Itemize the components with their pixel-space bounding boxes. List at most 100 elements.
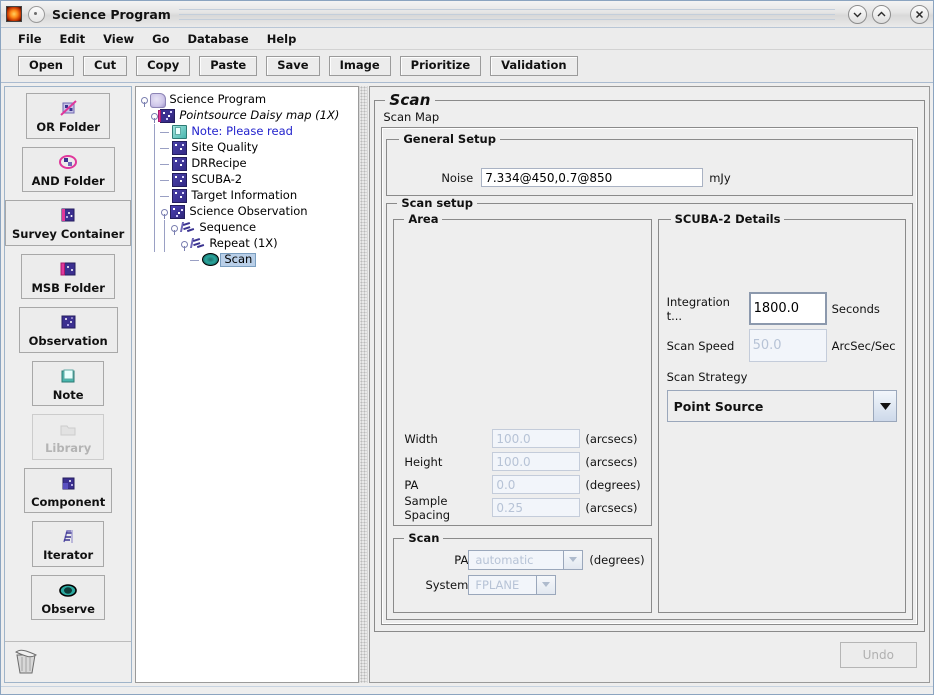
width-input[interactable]: [492, 429, 581, 448]
tree-node[interactable]: Scan: [140, 252, 358, 268]
tree-node-label: DRRecipe: [191, 156, 247, 171]
area-groupbox: Area Width (arcsecs): [393, 212, 652, 526]
scan-groupbox: Scan Scan Map General Setup Noise mJy: [374, 91, 925, 632]
open-button[interactable]: Open: [18, 55, 74, 77]
vertical-splitter[interactable]: [359, 86, 369, 683]
tree-node[interactable]: Site Quality: [140, 140, 358, 156]
palette-and-folder[interactable]: AND Folder: [21, 146, 115, 192]
close-button[interactable]: [910, 4, 929, 24]
menu-database[interactable]: Database: [179, 30, 258, 48]
integration-time-input[interactable]: [748, 292, 827, 325]
maximize-button[interactable]: [872, 4, 891, 24]
app-icon: [6, 6, 22, 22]
area-legend: Area: [408, 212, 439, 226]
palette-or-folder[interactable]: OR Folder: [26, 93, 110, 139]
palette-survey-container[interactable]: Survey Container: [5, 200, 132, 246]
tree-branch-line: [160, 188, 172, 204]
palette-library[interactable]: Library: [32, 414, 105, 460]
scan-map-label: Scan Map: [383, 110, 440, 124]
palette-observe[interactable]: Observe: [31, 574, 105, 620]
tree-indent-guide: [150, 188, 160, 204]
noise-input[interactable]: [481, 168, 704, 187]
prioritize-button[interactable]: Prioritize: [399, 55, 482, 77]
tree-expand-handle[interactable]: [170, 220, 180, 236]
palette-iterator[interactable]: Iterator: [32, 521, 105, 567]
menu-help[interactable]: Help: [258, 30, 306, 48]
area-row-sample-spacing: Sample Spacing (arcsecs): [404, 493, 644, 522]
scan-pa-unit: (degrees): [589, 552, 645, 567]
paste-button[interactable]: Paste: [199, 55, 258, 77]
scan-pa-combo[interactable]: automatic: [468, 549, 584, 570]
save-button[interactable]: Save: [266, 55, 320, 77]
observation-icon: [57, 313, 79, 333]
menu-view[interactable]: View: [94, 30, 143, 48]
tree-node[interactable]: Target Information: [140, 188, 358, 204]
integration-time-row: Integration t... Seconds: [667, 292, 897, 325]
tree-indent-guide: [140, 236, 150, 252]
tree-root: Science Program Pointsource Daisy map (1X…: [136, 87, 358, 268]
sequence-icon: [180, 221, 195, 235]
tree-indent-guide: [140, 140, 150, 156]
area-fields: Width (arcsecs) Height (arcsecs: [404, 427, 644, 522]
tree-node[interactable]: Pointsource Daisy map (1X): [140, 108, 358, 124]
observe-eye-icon: [202, 253, 220, 267]
palette-component[interactable]: Component: [24, 467, 113, 513]
minimize-button[interactable]: [848, 4, 867, 24]
tree-expand-handle[interactable]: [160, 204, 170, 220]
scan-strategy-combo[interactable]: Point Source: [666, 390, 897, 422]
tree-expand-handle[interactable]: [140, 92, 150, 108]
area-pa-input[interactable]: [492, 475, 581, 494]
msb-icon: [158, 109, 176, 123]
undo-button[interactable]: Undo: [839, 642, 917, 668]
menu-go[interactable]: Go: [143, 30, 178, 48]
scan-pa-label: PA: [454, 552, 469, 567]
tree-indent-guide: [140, 204, 150, 220]
palette-label: Observe: [41, 601, 95, 616]
scuba2-body: Integration t... Seconds Scan Speed: [666, 292, 897, 422]
palette-label: Library: [45, 441, 92, 455]
width-unit: (arcsecs): [585, 431, 638, 446]
application-window: Science Program File Edit View Go Databa…: [0, 0, 934, 695]
scan-bottom-row-pa: PA automatic (degrees): [400, 547, 645, 572]
palette-observation[interactable]: Observation: [18, 307, 118, 353]
tree-node[interactable]: Sequence: [140, 220, 358, 236]
tree-expand-handle[interactable]: [180, 236, 190, 252]
image-button[interactable]: Image: [328, 55, 391, 77]
program-icon: [150, 93, 167, 108]
tree-indent-guide: [150, 124, 160, 140]
scan-bottom-legend: Scan: [408, 531, 440, 545]
tree-node[interactable]: Science Program: [140, 92, 358, 108]
palette-note[interactable]: Note: [32, 360, 105, 406]
tree-node[interactable]: Repeat (1X): [140, 236, 358, 252]
tree-indent-guide: [150, 204, 160, 220]
scan-speed-input[interactable]: [748, 329, 827, 362]
tree-node-label: Science Program: [169, 92, 267, 107]
sample-spacing-label: Sample Spacing: [404, 493, 451, 522]
sample-spacing-input[interactable]: [492, 498, 581, 517]
area-row-width: Width (arcsecs): [404, 427, 644, 450]
tree-node[interactable]: Note: Please read: [140, 124, 358, 140]
menu-edit[interactable]: Edit: [51, 30, 95, 48]
science-program-tree[interactable]: Science Program Pointsource Daisy map (1X…: [135, 86, 360, 683]
cut-button[interactable]: Cut: [83, 55, 128, 77]
window-menu-icon[interactable]: [28, 5, 45, 23]
height-input[interactable]: [492, 452, 581, 471]
scan-bottom-row-system: System FPLANE: [400, 572, 644, 597]
trash-icon[interactable]: [11, 646, 41, 679]
component-icon: [172, 173, 188, 187]
integration-time-label: Integration t...: [666, 294, 730, 323]
copy-button[interactable]: Copy: [136, 55, 191, 77]
tree-indent-guide: [140, 252, 150, 268]
validation-button[interactable]: Validation: [490, 55, 578, 77]
tree-node[interactable]: DRRecipe: [140, 156, 358, 172]
trash-area[interactable]: [5, 641, 132, 682]
tree-node[interactable]: SCUBA-2: [140, 172, 358, 188]
menu-file[interactable]: File: [9, 30, 51, 48]
integration-time-unit: Seconds: [831, 301, 880, 316]
scuba2-details-groupbox: SCUBA-2 Details Integration t... Seconds: [657, 212, 906, 613]
tree-node-label: SCUBA-2: [191, 172, 243, 187]
scan-system-combo[interactable]: FPLANE: [468, 574, 557, 595]
tree-node[interactable]: Science Observation: [140, 204, 358, 220]
palette-msb-folder[interactable]: MSB Folder: [21, 253, 115, 299]
general-setup-legend: General Setup: [403, 132, 496, 146]
